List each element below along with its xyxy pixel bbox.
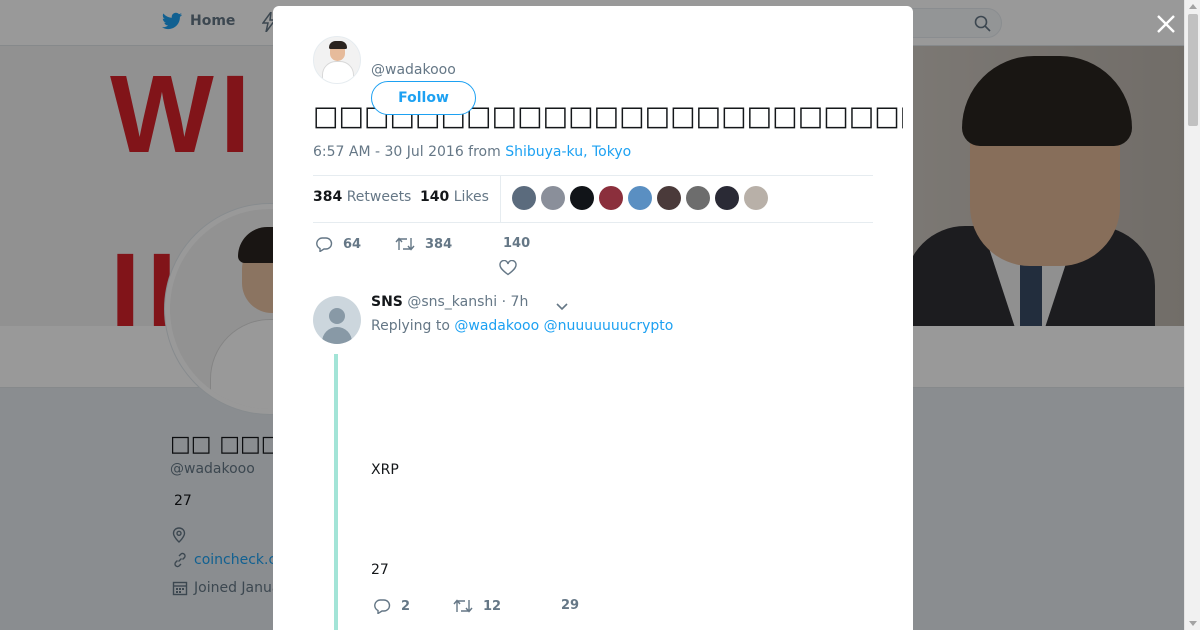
reply-author-avatar[interactable] (313, 296, 361, 344)
liker-avatar[interactable] (686, 186, 710, 210)
retweet-icon (395, 237, 415, 251)
close-icon[interactable] (1155, 13, 1177, 35)
replying-to: Replying to @wadakooo @nuuuuuuucrypto (371, 318, 673, 334)
scroll-thumb[interactable] (1188, 14, 1198, 126)
liker-avatar[interactable] (570, 186, 594, 210)
liker-avatars (512, 186, 768, 210)
liker-avatar[interactable] (657, 186, 681, 210)
reply-text-line: 27 (371, 562, 389, 578)
liker-avatar[interactable] (512, 186, 536, 210)
mention-link[interactable]: @wadakooo (454, 318, 539, 334)
page-scrollbar[interactable] (1184, 0, 1200, 630)
reply-header: SNS @sns_kanshi · 7h (371, 294, 528, 310)
retweet-count: 12 (483, 598, 502, 614)
like-button[interactable]: 29 (561, 598, 579, 613)
tweet-timestamp[interactable]: 6:57 AM - 30 Jul 2016 from (313, 144, 505, 160)
tweet-metadata: 6:57 AM - 30 Jul 2016 from Shibuya-ku, T… (313, 144, 631, 160)
reply-author-name[interactable]: SNS (371, 294, 403, 310)
retweets-stat[interactable]: 384 Retweets (313, 189, 411, 205)
reply-author-handle[interactable]: @sns_kanshi (407, 294, 497, 310)
likes-stat[interactable]: 140 Likes (420, 189, 489, 205)
reply-icon (316, 237, 333, 252)
retweet-button[interactable]: 384 (395, 236, 452, 252)
reply-tweet[interactable]: SNS @sns_kanshi · 7h Replying to @wadako… (313, 290, 873, 630)
replying-to-prefix: Replying to (371, 318, 455, 334)
reply-count: 2 (401, 598, 411, 614)
like-button[interactable]: 140 (503, 236, 530, 251)
scroll-down-arrow-icon[interactable] (1189, 621, 1197, 626)
retweet-button[interactable]: 12 (453, 598, 501, 614)
chevron-down-icon[interactable] (555, 302, 569, 312)
avatar-hair (329, 41, 347, 49)
scroll-up-arrow-icon[interactable] (1189, 4, 1197, 9)
liker-avatar[interactable] (628, 186, 652, 210)
tweet-author-avatar[interactable] (313, 36, 361, 84)
retweets-count: 384 (313, 189, 343, 205)
tweet-stats: 384 Retweets 140 Likes (313, 175, 873, 223)
liker-avatar[interactable] (599, 186, 623, 210)
reply-count: 64 (343, 236, 362, 252)
reply-actions: 2 12 29 (371, 594, 671, 624)
retweet-icon (453, 599, 473, 613)
default-avatar-head (329, 308, 345, 324)
liker-avatar[interactable] (715, 186, 739, 210)
liker-avatar[interactable] (541, 186, 565, 210)
mention-link[interactable]: @nuuuuuuucrypto (544, 318, 674, 334)
tweet-actions: 64 384 140 (313, 232, 613, 272)
tweet-modal: @wadakooo □□□□□□□□□□□□□□□□□□□□□□□□□□□□□□… (273, 6, 913, 630)
like-count: 29 (561, 598, 580, 613)
heart-icon[interactable] (499, 260, 517, 276)
like-count: 140 (503, 236, 531, 251)
likes-label: Likes (453, 189, 489, 205)
retweet-count: 384 (425, 236, 453, 252)
reply-icon (374, 599, 391, 614)
liker-avatar[interactable] (744, 186, 768, 210)
likes-count: 140 (420, 189, 450, 205)
tweet-location[interactable]: Shibuya-ku, Tokyo (505, 144, 631, 160)
stats-divider (500, 176, 501, 222)
avatar-body (322, 61, 354, 83)
reply-text-line: XRP (371, 462, 399, 478)
thread-connector-line (334, 354, 338, 630)
retweets-label: Retweets (346, 189, 412, 205)
tweet-author-handle[interactable]: @wadakooo (371, 62, 456, 78)
default-avatar-body (322, 327, 352, 344)
reply-button[interactable]: 2 (373, 598, 410, 614)
reply-time[interactable]: · 7h (502, 294, 529, 310)
follow-button[interactable]: Follow (371, 81, 476, 115)
reply-button[interactable]: 64 (315, 236, 361, 252)
